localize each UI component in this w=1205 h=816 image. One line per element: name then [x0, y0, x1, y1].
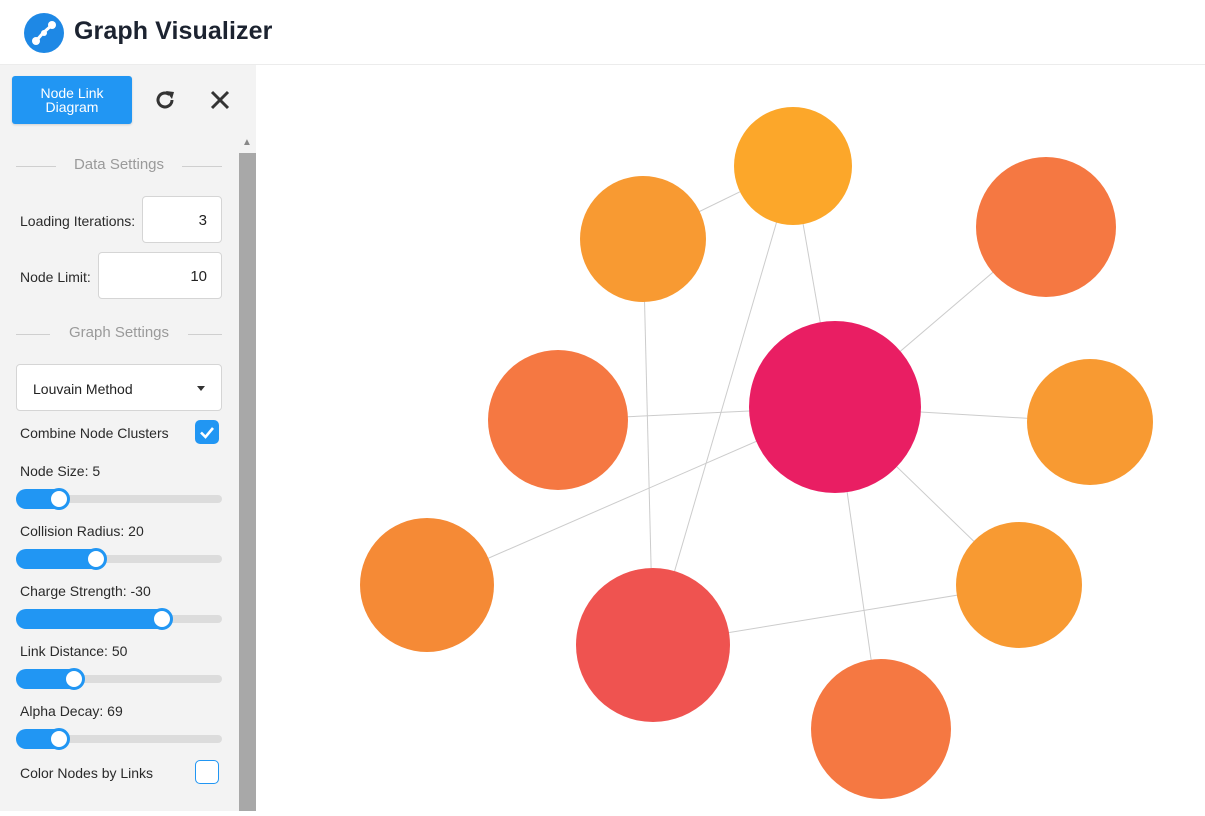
graph-node-upper-right[interactable] [976, 157, 1116, 297]
alpha-decay-slider-thumb[interactable] [48, 728, 71, 750]
charge-strength-slider[interactable] [16, 608, 222, 630]
graph-node-upper-left[interactable] [580, 176, 706, 302]
scroll-up-icon[interactable]: ▲ [242, 137, 252, 148]
collision-radius-slider[interactable] [16, 548, 222, 570]
alpha-decay-label: Alpha Decay: 69 [20, 703, 123, 719]
settings-sidebar: Node Link Diagram ▲ Data Settings Loadin… [0, 65, 256, 811]
close-icon[interactable] [205, 85, 235, 115]
link-distance-slider[interactable] [16, 668, 222, 690]
node-limit-label: Node Limit: [20, 269, 91, 285]
node-link-diagram[interactable] [256, 65, 1205, 811]
node-limit-input[interactable]: 10 [98, 252, 222, 299]
graph-node-hub[interactable] [749, 321, 921, 493]
clustering-algorithm-select[interactable]: Louvain Method [16, 364, 222, 411]
charge-strength-label: Charge Strength: -30 [20, 583, 151, 599]
app-title: Graph Visualizer [74, 17, 273, 45]
graph-nodes [360, 107, 1153, 799]
graph-logo-icon [24, 13, 64, 53]
graph-node-bottom-right[interactable] [956, 522, 1082, 648]
graph-settings-title: Graph Settings [16, 324, 222, 344]
graph-node-bottom-left[interactable] [576, 568, 730, 722]
node-size-label: Node Size: 5 [20, 463, 101, 479]
clustering-algorithm-value: Louvain Method [33, 381, 133, 397]
charge-strength-slider-fill [16, 609, 168, 629]
combine-clusters-checkbox[interactable] [195, 420, 219, 444]
color-by-links-label: Color Nodes by Links [20, 765, 154, 781]
graph-canvas[interactable] [256, 65, 1205, 811]
color-by-links-checkbox[interactable] [195, 760, 219, 784]
graph-node-left[interactable] [488, 350, 628, 490]
caret-down-icon [197, 386, 205, 391]
data-settings-title: Data Settings [16, 156, 222, 176]
alpha-decay-slider[interactable] [16, 728, 222, 750]
app-header: Graph Visualizer [0, 0, 1205, 65]
combine-clusters-label: Combine Node Clusters [20, 425, 169, 441]
link-distance-slider-thumb[interactable] [62, 668, 85, 690]
loading-iterations-input[interactable]: 3 [142, 196, 222, 243]
node-link-diagram-button[interactable]: Node Link Diagram [12, 76, 132, 124]
sidebar-scrollbar-thumb[interactable] [239, 153, 256, 811]
refresh-icon[interactable] [150, 85, 180, 115]
graph-node-far-left[interactable] [360, 518, 494, 652]
graph-node-top[interactable] [734, 107, 852, 225]
node-size-slider[interactable] [16, 488, 222, 510]
charge-strength-slider-thumb[interactable] [151, 608, 174, 630]
graph-node-bottom[interactable] [811, 659, 951, 799]
graph-node-right[interactable] [1027, 359, 1153, 485]
node-size-slider-thumb[interactable] [48, 488, 71, 510]
loading-iterations-label: Loading Iterations: [20, 213, 136, 229]
check-icon [200, 427, 214, 439]
collision-radius-slider-thumb[interactable] [85, 548, 108, 570]
collision-radius-label: Collision Radius: 20 [20, 523, 144, 539]
link-distance-label: Link Distance: 50 [20, 643, 128, 659]
